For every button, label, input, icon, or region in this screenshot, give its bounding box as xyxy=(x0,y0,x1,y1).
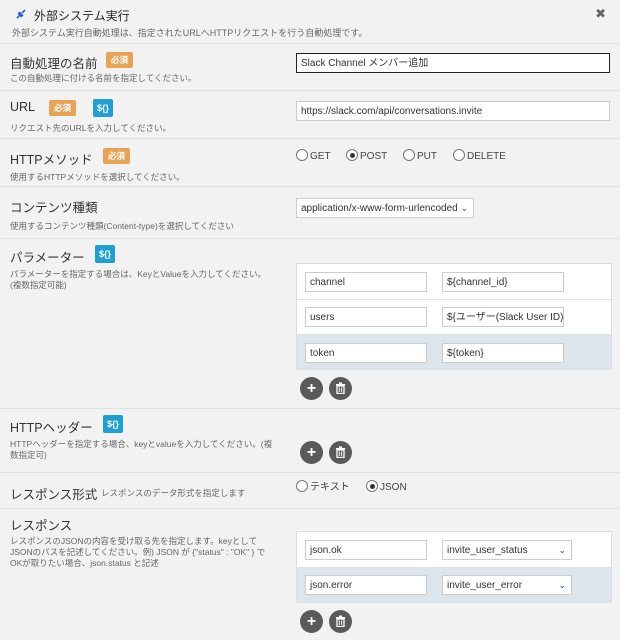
radio-text[interactable]: テキスト xyxy=(296,480,350,495)
dialog-header: 外部システム実行 外部システム実行自動処理は、指定されたURLへHTTPリクエス… xyxy=(0,0,620,44)
param-key-input[interactable]: users xyxy=(305,307,427,327)
radio-circle xyxy=(403,149,415,161)
param-key-input[interactable]: token xyxy=(305,343,427,363)
add-row-button[interactable]: + xyxy=(300,377,323,400)
radio-put[interactable]: PUT xyxy=(403,149,437,164)
response-desc-2: JSONのパスを記述してください。例) JSON が {"status" : "… xyxy=(10,547,266,557)
table-row: token ${token} xyxy=(297,335,611,370)
variable-badge[interactable]: ${} xyxy=(103,415,124,433)
http-headers-desc: HTTPヘッダーを指定する場合、keyとvalueを入力してください。(複 xyxy=(10,439,273,449)
parameters-desc-2: (複数指定可能) xyxy=(10,280,67,290)
table-row: users ${ユーザー(Slack User ID) xyxy=(297,300,611,335)
radio-circle xyxy=(453,149,465,161)
radio-post[interactable]: POST xyxy=(346,149,387,164)
content-type-row: コンテンツ種類 使用するコンテンツ種類(Content-type)を選択してくだ… xyxy=(0,187,620,239)
select-value: invite_user_status xyxy=(447,545,528,556)
content-type-label: コンテンツ種類 xyxy=(10,201,98,215)
method-desc: 使用するHTTPメソッドを選択してください。 xyxy=(10,172,185,182)
select-value: application/x-www-form-urlencoded xyxy=(301,203,458,214)
required-badge: 必須 xyxy=(49,100,77,116)
chevron-down-icon: ⌄ xyxy=(460,203,468,213)
name-input[interactable]: Slack Channel メンバー追加 xyxy=(296,53,610,73)
response-table: json.ok invite_user_status ⌄ json.error … xyxy=(296,531,612,603)
add-response-button[interactable]: + xyxy=(300,610,323,633)
chevron-down-icon: ⌄ xyxy=(558,580,566,590)
radio-circle xyxy=(346,149,358,161)
url-input[interactable]: https://slack.com/api/conversations.invi… xyxy=(296,101,610,121)
trash-icon xyxy=(336,446,345,459)
http-headers-label: HTTPヘッダー xyxy=(10,421,93,435)
response-desc-3: OKが取りたい場合、json.status と記述 xyxy=(10,558,159,568)
param-value-input[interactable]: ${token} xyxy=(442,343,564,363)
parameters-desc: パラメーターを指定する場合は、KeyとValueを入力してください。 xyxy=(10,269,266,279)
dialog-subtitle: 外部システム実行自動処理は、指定されたURLへHTTPリクエストを行う自動処理で… xyxy=(12,28,368,38)
response-row: レスポンス レスポンスのJSONの内容を受け取る先を指定します。keyとして J… xyxy=(0,509,620,640)
variable-badge[interactable]: ${} xyxy=(95,245,116,263)
content-type-select[interactable]: application/x-www-form-urlencoded ⌄ xyxy=(296,198,474,218)
delete-header-button[interactable] xyxy=(329,441,352,464)
parameters-label: パラメーター xyxy=(10,251,85,265)
param-key-input[interactable]: channel xyxy=(305,272,427,292)
close-icon[interactable]: ✖ xyxy=(595,6,606,22)
radio-label: JSON xyxy=(380,482,407,493)
radio-circle xyxy=(296,149,308,161)
http-headers-desc-2: 数指定可) xyxy=(10,450,47,460)
table-row: json.error invite_user_error ⌄ xyxy=(297,568,611,603)
url-label: URL xyxy=(10,100,36,114)
parameters-row: パラメーター ${} パラメーターを指定する場合は、KeyとValueを入力して… xyxy=(0,239,620,409)
radio-delete[interactable]: DELETE xyxy=(453,149,506,164)
select-value: invite_user_error xyxy=(447,580,523,591)
radio-label: DELETE xyxy=(467,151,506,162)
add-header-button[interactable]: + xyxy=(300,441,323,464)
delete-response-button[interactable] xyxy=(329,610,352,633)
radio-label: POST xyxy=(360,151,388,162)
trash-icon xyxy=(336,382,345,395)
name-desc: この自動処理に付ける名前を指定してください。 xyxy=(10,73,197,83)
trash-icon xyxy=(336,615,345,628)
plug-icon xyxy=(14,7,28,21)
name-label: 自動処理の名前 xyxy=(10,57,98,71)
response-format-desc: レスポンスのデータ形式を指定します xyxy=(101,488,246,498)
radio-label: テキスト xyxy=(310,482,350,493)
response-format-row: レスポンス形式 レスポンスのデータ形式を指定します テキスト JSON xyxy=(0,473,620,509)
content-type-desc: 使用するコンテンツ種類(Content-type)を選択してください xyxy=(10,221,234,231)
delete-row-button[interactable] xyxy=(329,377,352,400)
variable-badge[interactable]: ${} xyxy=(93,99,114,117)
radio-label: PUT xyxy=(417,151,437,162)
radio-label: GET xyxy=(310,151,331,162)
table-row: json.ok invite_user_status ⌄ xyxy=(297,532,611,568)
radio-get[interactable]: GET xyxy=(296,149,331,164)
response-target-select[interactable]: invite_user_error ⌄ xyxy=(442,575,572,595)
url-row: URL 必須 ${} リクエスト先のURLを入力してください。 https://… xyxy=(0,91,620,139)
http-headers-row: HTTPヘッダー ${} HTTPヘッダーを指定する場合、keyとvalueを入… xyxy=(0,409,620,473)
response-key-input[interactable]: json.ok xyxy=(305,540,427,560)
param-value-input[interactable]: ${channel_id} xyxy=(442,272,564,292)
parameters-table: channel ${channel_id} users ${ユーザー(Slack… xyxy=(296,263,612,370)
response-key-input[interactable]: json.error xyxy=(305,575,427,595)
url-desc: リクエスト先のURLを入力してください。 xyxy=(10,123,171,133)
response-label: レスポンス xyxy=(10,519,73,533)
required-badge: 必須 xyxy=(106,52,134,68)
radio-circle xyxy=(296,480,308,492)
table-row: channel ${channel_id} xyxy=(297,264,611,300)
radio-json[interactable]: JSON xyxy=(366,480,407,495)
name-row: 自動処理の名前 必須 この自動処理に付ける名前を指定してください。 Slack … xyxy=(0,45,620,91)
response-format-label: レスポンス形式 xyxy=(10,488,98,502)
chevron-down-icon: ⌄ xyxy=(558,545,566,555)
response-desc: レスポンスのJSONの内容を受け取る先を指定します。keyとして xyxy=(10,536,258,546)
dialog-title: 外部システム実行 xyxy=(34,9,130,23)
method-row: HTTPメソッド 必須 使用するHTTPメソッドを選択してください。 GET P… xyxy=(0,139,620,187)
param-value-input[interactable]: ${ユーザー(Slack User ID) xyxy=(442,307,564,327)
response-target-select[interactable]: invite_user_status ⌄ xyxy=(442,540,572,560)
method-label: HTTPメソッド xyxy=(10,153,93,167)
radio-circle xyxy=(366,480,378,492)
required-badge: 必須 xyxy=(103,148,131,164)
